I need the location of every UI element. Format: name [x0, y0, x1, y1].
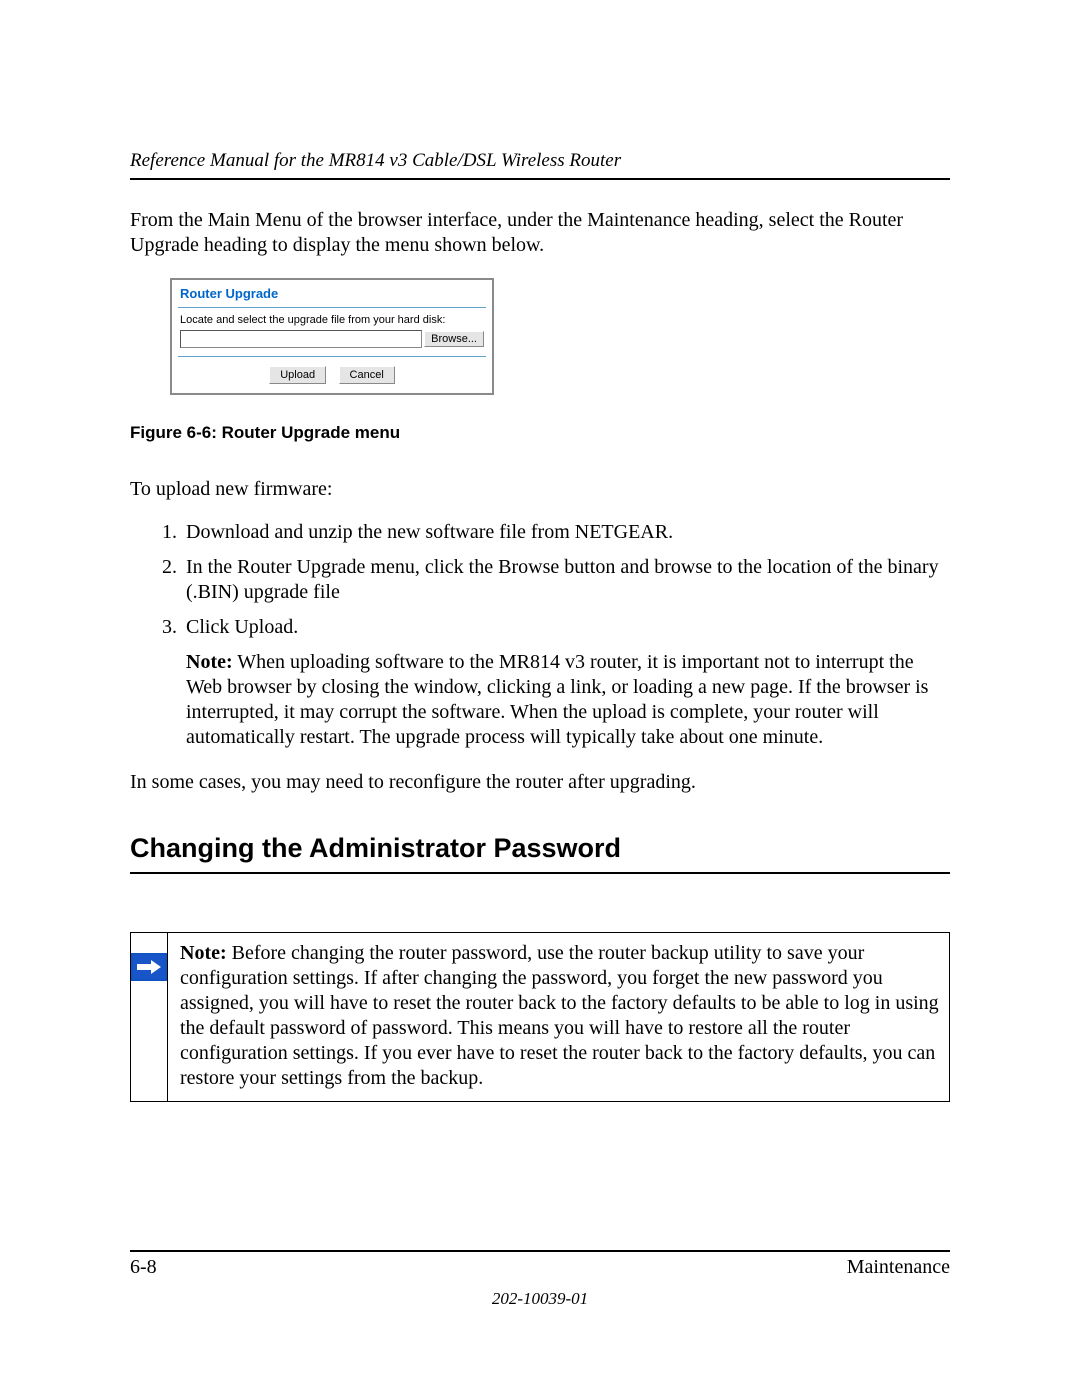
page-footer: 6-8 Maintenance 202-10039-01: [130, 1250, 950, 1309]
steps-list: Download and unzip the new software file…: [130, 520, 950, 750]
cancel-button[interactable]: Cancel: [339, 366, 395, 384]
file-path-input[interactable]: [180, 330, 422, 348]
note-body: Before changing the router password, use…: [180, 942, 939, 1089]
note-lead: Note:: [180, 942, 227, 964]
footer-row: 6-8 Maintenance: [130, 1256, 950, 1279]
panel-title: Router Upgrade: [172, 280, 492, 307]
step-note: Note: When uploading software to the MR8…: [186, 650, 950, 750]
step-text: In the Router Upgrade menu, click the Br…: [186, 556, 939, 603]
footer-section: Maintenance: [847, 1256, 950, 1279]
intro-paragraph: From the Main Menu of the browser interf…: [130, 208, 950, 258]
note-box: Note: Before changing the router passwor…: [130, 932, 950, 1102]
running-header: Reference Manual for the MR814 v3 Cable/…: [130, 150, 950, 180]
router-upgrade-panel: Router Upgrade Locate and select the upg…: [170, 278, 494, 395]
figure-caption: Figure 6-6: Router Upgrade menu: [130, 423, 950, 443]
doc-number: 202-10039-01: [130, 1289, 950, 1309]
step-1: Download and unzip the new software file…: [182, 520, 950, 545]
note-body: When uploading software to the MR814 v3 …: [186, 651, 928, 748]
upload-button[interactable]: Upload: [269, 366, 326, 384]
note-icon-cell: [131, 933, 168, 1101]
browse-button[interactable]: Browse...: [424, 331, 484, 347]
step-text: Download and unzip the new software file…: [186, 521, 673, 543]
upload-intro: To upload new firmware:: [130, 477, 950, 502]
after-steps: In some cases, you may need to reconfigu…: [130, 770, 950, 795]
note-lead: Note:: [186, 651, 233, 673]
figure-screenshot: Router Upgrade Locate and select the upg…: [170, 278, 950, 395]
footer-rule: [130, 1250, 950, 1252]
file-row: Browse...: [172, 330, 492, 356]
step-3: Click Upload. Note: When uploading softw…: [182, 615, 950, 750]
arrow-right-icon: [131, 953, 167, 981]
button-row: Upload Cancel: [172, 357, 492, 393]
page: Reference Manual for the MR814 v3 Cable/…: [0, 0, 1080, 1397]
note-text: Note: Before changing the router passwor…: [168, 933, 949, 1101]
step-text: Click Upload.: [186, 616, 298, 638]
divider: [178, 307, 486, 308]
section-heading: Changing the Administrator Password: [130, 833, 950, 874]
page-number: 6-8: [130, 1256, 157, 1279]
step-2: In the Router Upgrade menu, click the Br…: [182, 555, 950, 605]
file-select-label: Locate and select the upgrade file from …: [172, 314, 492, 330]
